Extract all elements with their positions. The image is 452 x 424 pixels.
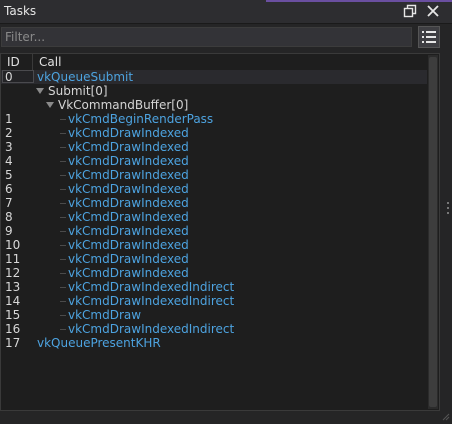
row-id: 17 [5,336,21,350]
call-link[interactable]: vkCmdDrawIndexed [68,140,189,154]
row-id: 16 [5,322,21,336]
tree-branch-line [60,147,66,148]
tree-branch-line [60,231,66,232]
table-row[interactable]: 6 vkCmdDrawIndexed [1,182,427,196]
expand-arrow-icon[interactable] [36,88,44,94]
call-link[interactable]: vkCmdDrawIndexed [68,224,189,238]
title-bar[interactable]: Tasks [0,0,452,24]
tree-branch-line [60,315,66,316]
row-id: 10 [5,238,21,252]
call-link[interactable]: vkQueueSubmit [37,70,133,84]
row-id: 12 [5,266,21,280]
restore-window-icon[interactable] [402,3,418,19]
table-body: 0 vkQueueSubmit Submit[0] VkCommandBuffer[0… [1,70,427,350]
call-link[interactable]: vkCmdDrawIndexedIndirect [68,294,234,308]
call-link[interactable]: vkCmdDrawIndexed [68,196,189,210]
column-divider[interactable] [32,54,33,70]
scrollbar-thumb[interactable] [429,57,437,407]
tree-branch-line [60,259,66,260]
table-row[interactable]: 15 vkCmdDraw [1,308,427,322]
tree-branch-line [60,329,66,330]
call-link[interactable]: vkCmdDrawIndexed [68,168,189,182]
tree-branch-line [60,287,66,288]
table-row[interactable]: 5 vkCmdDrawIndexed [1,168,427,182]
splitter-grip-icon[interactable] [446,202,450,218]
row-id: 3 [5,140,13,154]
table-row[interactable]: 3 vkCmdDrawIndexed [1,140,427,154]
row-id: 7 [5,196,13,210]
row-id: 5 [5,168,13,182]
tree-branch-line [60,301,66,302]
table-row[interactable]: 9 vkCmdDrawIndexed [1,224,427,238]
row-id: 1 [5,112,13,126]
call-link[interactable]: vkCmdDraw [68,308,141,322]
tree-branch-line [60,133,66,134]
tree-branch-line [60,217,66,218]
filter-input[interactable] [1,27,412,47]
tree-branch-line [60,175,66,176]
window-title: Tasks [4,4,37,18]
call-link[interactable]: vkCmdDrawIndexed [68,238,189,252]
table-row[interactable]: 2 vkCmdDrawIndexed [1,126,427,140]
table-row[interactable]: 17 vkQueuePresentKHR [1,336,427,350]
call-link[interactable]: vkCmdDrawIndexed [68,182,189,196]
call-link[interactable]: vkCmdBeginRenderPass [68,112,213,126]
row-id: 9 [5,224,13,238]
call-link[interactable]: vkQueuePresentKHR [37,336,161,350]
row-id: 15 [5,308,21,322]
tree-branch-line [60,119,66,120]
table-row[interactable]: 16 vkCmdDrawIndexedIndirect [1,322,427,336]
table-row[interactable]: 1 vkCmdBeginRenderPass [1,112,427,126]
table-row[interactable]: VkCommandBuffer[0] [1,98,427,112]
table-row[interactable]: 12 vkCmdDrawIndexed [1,266,427,280]
row-id: 0 [2,70,34,84]
vertical-scrollbar[interactable] [428,55,438,409]
row-id: 13 [5,280,21,294]
tasks-table: ID Call 0 vkQueueSubmit Submit[0] VkCommand… [0,53,440,411]
call-link[interactable]: vkCmdDrawIndexed [68,126,189,140]
row-id: 11 [5,252,21,266]
table-row[interactable]: 10 vkCmdDrawIndexed [1,238,427,252]
table-row[interactable]: 7 vkCmdDrawIndexed [1,196,427,210]
table-row[interactable]: 4 vkCmdDrawIndexed [1,154,427,168]
call-link[interactable]: vkCmdDrawIndexedIndirect [68,280,234,294]
tree-branch-line [60,245,66,246]
tree-node-label: Submit[0] [48,84,108,98]
tree-branch-line [60,203,66,204]
row-id: 2 [5,126,13,140]
call-link[interactable]: vkCmdDrawIndexedIndirect [68,322,234,336]
tree-branch-line [60,161,66,162]
expand-arrow-icon[interactable] [46,102,54,108]
table-row[interactable]: 14 vkCmdDrawIndexedIndirect [1,294,427,308]
column-header-call[interactable]: Call [39,55,61,69]
call-link[interactable]: vkCmdDrawIndexed [68,266,189,280]
call-link[interactable]: vkCmdDrawIndexed [68,154,189,168]
table-row[interactable]: Submit[0] [1,84,427,98]
resize-grip-icon[interactable] [440,410,450,421]
title-accent-bar [266,0,452,2]
filter-row [0,26,452,50]
row-id: 8 [5,210,13,224]
row-id: 6 [5,182,13,196]
call-link[interactable]: vkCmdDrawIndexed [68,252,189,266]
table-row[interactable]: 0 vkQueueSubmit [1,70,427,84]
table-header: ID Call [1,54,427,71]
list-options-icon[interactable] [418,26,440,48]
tree-branch-line [60,273,66,274]
column-header-id[interactable]: ID [7,55,20,69]
table-row[interactable]: 11 vkCmdDrawIndexed [1,252,427,266]
row-id: 4 [5,154,13,168]
close-icon[interactable] [425,3,441,19]
tree-branch-line [60,189,66,190]
table-row[interactable]: 13 vkCmdDrawIndexedIndirect [1,280,427,294]
row-id: 14 [5,294,21,308]
table-row[interactable]: 8 vkCmdDrawIndexed [1,210,427,224]
call-link[interactable]: vkCmdDrawIndexed [68,210,189,224]
tree-node-label: VkCommandBuffer[0] [58,98,189,112]
